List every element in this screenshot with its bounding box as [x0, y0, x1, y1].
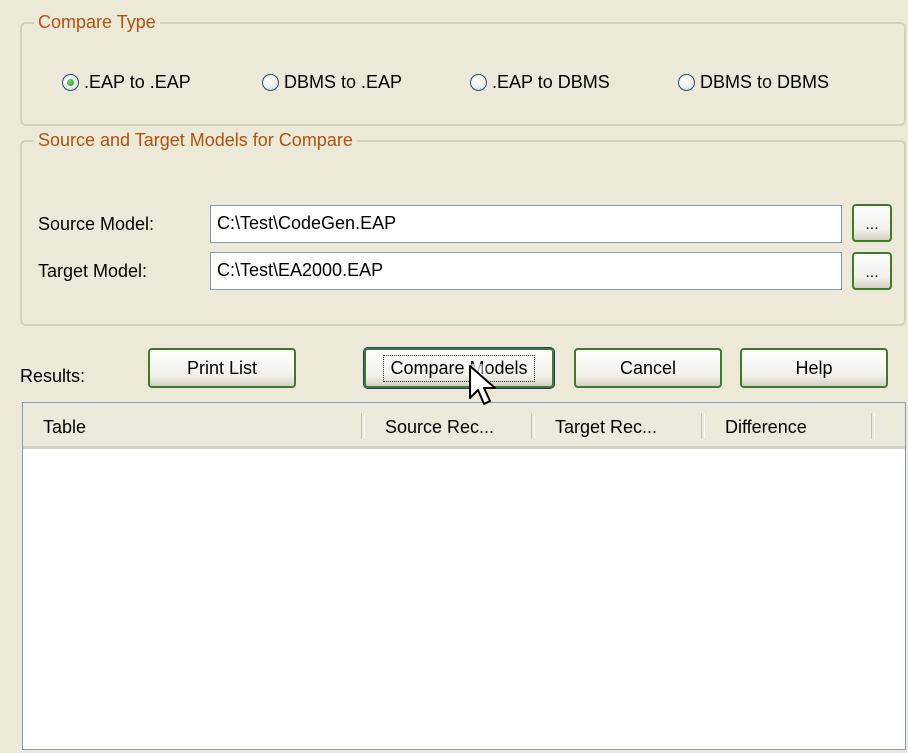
radio-unchecked-icon [678, 74, 695, 91]
column-header-filler [875, 403, 905, 446]
source-browse-button[interactable]: ... [852, 204, 892, 242]
radio-label: .EAP to .EAP [84, 72, 191, 92]
radio-unchecked-icon [262, 74, 279, 91]
results-label: Results: [20, 366, 86, 386]
cancel-button[interactable]: Cancel [574, 348, 722, 388]
radio-unchecked-icon [470, 74, 487, 91]
target-model-field[interactable]: C:\Test\EA2000.EAP [210, 252, 842, 290]
source-model-field[interactable]: C:\Test\CodeGen.EAP [210, 205, 842, 243]
radio-label: DBMS to .EAP [284, 72, 403, 92]
compare-type-group: Compare Type [20, 12, 906, 126]
radio-dbms-to-eap[interactable]: DBMS to .EAP [262, 72, 402, 93]
column-header-table[interactable]: Table [23, 403, 365, 446]
column-header-difference[interactable]: Difference [705, 403, 875, 446]
radio-eap-to-dbms[interactable]: .EAP to DBMS [470, 72, 610, 93]
source-model-label: Source Model: [38, 214, 155, 234]
compare-type-legend: Compare Type [38, 12, 156, 32]
radio-checked-icon [62, 74, 79, 91]
column-header-target-records[interactable]: Target Rec... [535, 403, 705, 446]
compare-models-button[interactable]: Compare Models [363, 347, 555, 389]
radio-dbms-to-dbms[interactable]: DBMS to DBMS [678, 72, 829, 93]
target-browse-button[interactable]: ... [852, 252, 892, 290]
mouse-pointer-icon [466, 364, 496, 405]
compare-dialog: Compare Type .EAP to .EAP DBMS to .EAP .… [0, 0, 908, 753]
radio-eap-to-eap[interactable]: .EAP to .EAP [62, 72, 191, 93]
radio-label: DBMS to DBMS [700, 72, 830, 92]
column-header-source-records[interactable]: Source Rec... [365, 403, 535, 446]
results-list-header: Table Source Rec... Target Rec... Differ… [23, 403, 905, 449]
help-button[interactable]: Help [740, 348, 888, 388]
results-list[interactable]: Table Source Rec... Target Rec... Differ… [22, 402, 906, 750]
print-list-button[interactable]: Print List [148, 348, 296, 388]
radio-label: .EAP to DBMS [492, 72, 610, 92]
target-model-label: Target Model: [38, 261, 148, 281]
compare-models-label: Compare Models [383, 354, 535, 382]
models-legend: Source and Target Models for Compare [38, 130, 353, 150]
